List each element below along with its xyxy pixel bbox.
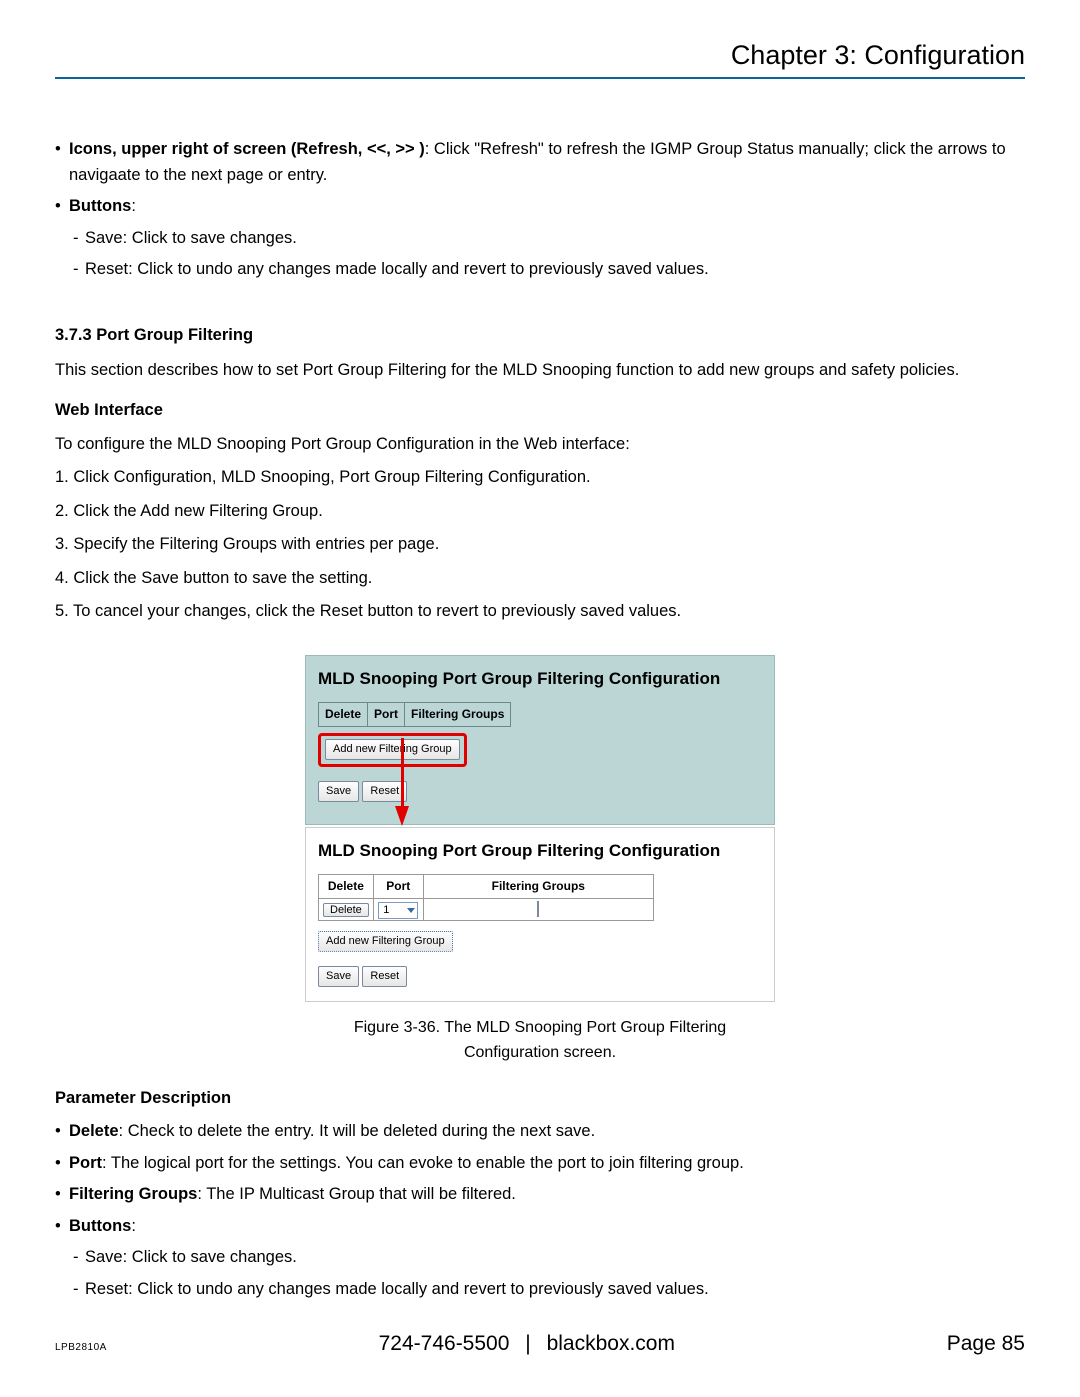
save-button[interactable]: Save xyxy=(318,781,359,802)
port-select[interactable]: 1 xyxy=(378,902,418,919)
filtering-groups-input[interactable] xyxy=(537,901,539,917)
footer-site: blackbox.com xyxy=(547,1332,675,1355)
sub-reset: Reset: Click to undo any changes made lo… xyxy=(55,257,1025,283)
footer-model: LPB2810A xyxy=(55,1342,107,1353)
parameter-description-heading: Parameter Description xyxy=(55,1086,1025,1112)
param-fg-text: : The IP Multicast Group that will be fi… xyxy=(197,1185,516,1203)
panel-title-top: MLD Snooping Port Group Filtering Config… xyxy=(318,666,762,692)
web-intro: To configure the MLD Snooping Port Group… xyxy=(55,432,1025,458)
param-filtering-groups: Filtering Groups: The IP Multicast Group… xyxy=(55,1182,1025,1208)
highlight-add-button: Add new Filtering Group xyxy=(318,733,467,767)
param-delete-text: : Check to delete the entry. It will be … xyxy=(119,1122,596,1140)
step-2: 2. Click the Add new Filtering Group. xyxy=(55,499,1025,525)
port-value: 1 xyxy=(383,902,389,919)
save-button-2[interactable]: Save xyxy=(318,966,359,987)
figure-3-36: MLD Snooping Port Group Filtering Config… xyxy=(305,655,775,1066)
col-delete: Delete xyxy=(319,703,368,727)
table-header-row: Delete Port Filtering Groups xyxy=(319,875,654,899)
add-new-filtering-group-button[interactable]: Add new Filtering Group xyxy=(325,739,460,760)
columns-header-top: Delete Port Filtering Groups xyxy=(318,702,511,727)
param-port: Port: The logical port for the settings.… xyxy=(55,1151,1025,1177)
col-filtering-groups-2: Filtering Groups xyxy=(423,875,653,899)
icons-label: Icons, upper right of screen (Refresh, <… xyxy=(69,140,425,158)
chapter-header: Chapter 3: Configuration xyxy=(55,40,1025,79)
step-5: 5. To cancel your changes, click the Res… xyxy=(55,599,1025,625)
col-port: Port xyxy=(368,703,405,727)
bullet-icons: Icons, upper right of screen (Refresh, <… xyxy=(55,137,1025,188)
step-1: 1. Click Configuration, MLD Snooping, Po… xyxy=(55,465,1025,491)
param-sub-reset: Reset: Click to undo any changes made lo… xyxy=(55,1277,1025,1303)
panel-title-bottom: MLD Snooping Port Group Filtering Config… xyxy=(318,838,762,864)
delete-row-button[interactable]: Delete xyxy=(323,903,369,917)
bullet-buttons: Buttons: xyxy=(55,194,1025,220)
chevron-down-icon xyxy=(407,908,415,913)
param-fg-label: Filtering Groups xyxy=(69,1185,197,1203)
section-heading-373: 3.7.3 Port Group Filtering xyxy=(55,323,1025,349)
page-footer: LPB2810A 724-746-5500 | blackbox.com Pag… xyxy=(55,1332,1025,1356)
footer-page-number: Page 85 xyxy=(947,1332,1025,1356)
arrow-down-icon xyxy=(395,806,409,826)
sub-save: Save: Click to save changes. xyxy=(55,226,1025,252)
param-port-label: Port xyxy=(69,1154,102,1172)
footer-contact: 724-746-5500 | blackbox.com xyxy=(379,1332,675,1356)
config-panel-bottom: MLD Snooping Port Group Filtering Config… xyxy=(305,827,775,1002)
filtering-table: Delete Port Filtering Groups Delete 1 xyxy=(318,874,654,921)
step-3: 3. Specify the Filtering Groups with ent… xyxy=(55,532,1025,558)
arrow-line-icon xyxy=(401,738,404,808)
col-delete-2: Delete xyxy=(319,875,374,899)
table-row: Delete 1 xyxy=(319,898,654,920)
buttons-label: Buttons xyxy=(69,197,131,215)
param-sub-save: Save: Click to save changes. xyxy=(55,1245,1025,1271)
buttons-colon: : xyxy=(131,197,136,215)
param-delete: Delete: Check to delete the entry. It wi… xyxy=(55,1119,1025,1145)
param-buttons-label: Buttons xyxy=(69,1217,131,1235)
param-buttons-colon: : xyxy=(131,1217,136,1235)
figure-caption: Figure 3-36. The MLD Snooping Port Group… xyxy=(305,1016,775,1066)
param-port-text: : The logical port for the settings. You… xyxy=(102,1154,744,1172)
add-new-filtering-group-button-2[interactable]: Add new Filtering Group xyxy=(318,931,453,952)
config-panel-top: MLD Snooping Port Group Filtering Config… xyxy=(305,655,775,825)
section-intro: This section describes how to set Port G… xyxy=(55,358,1025,384)
param-delete-label: Delete xyxy=(69,1122,119,1140)
param-buttons: Buttons: xyxy=(55,1214,1025,1240)
footer-separator: | xyxy=(525,1332,530,1355)
col-filtering-groups: Filtering Groups xyxy=(405,703,511,727)
col-port-2: Port xyxy=(373,875,423,899)
step-4: 4. Click the Save button to save the set… xyxy=(55,566,1025,592)
footer-phone: 724-746-5500 xyxy=(379,1332,510,1355)
web-interface-heading: Web Interface xyxy=(55,398,1025,424)
reset-button-2[interactable]: Reset xyxy=(362,966,407,987)
